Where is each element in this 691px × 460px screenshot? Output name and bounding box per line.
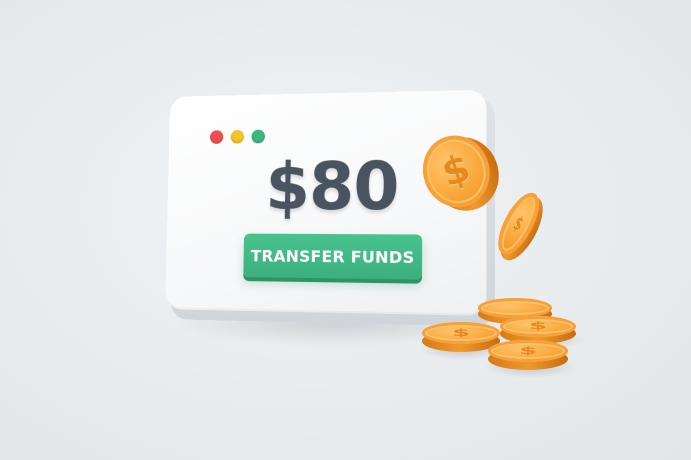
transfer-funds-button[interactable]: TRANSFER FUNDS	[243, 234, 422, 280]
scene: $80 TRANSFER FUNDS $ $ $ $ $	[0, 0, 691, 460]
window-controls	[210, 130, 265, 144]
flying-coin-small-icon: $	[488, 187, 571, 277]
stacked-coin-icon: $	[488, 340, 568, 370]
close-dot-icon[interactable]	[210, 130, 223, 144]
minimize-dot-icon[interactable]	[231, 130, 244, 144]
maximize-dot-icon[interactable]	[251, 130, 265, 144]
